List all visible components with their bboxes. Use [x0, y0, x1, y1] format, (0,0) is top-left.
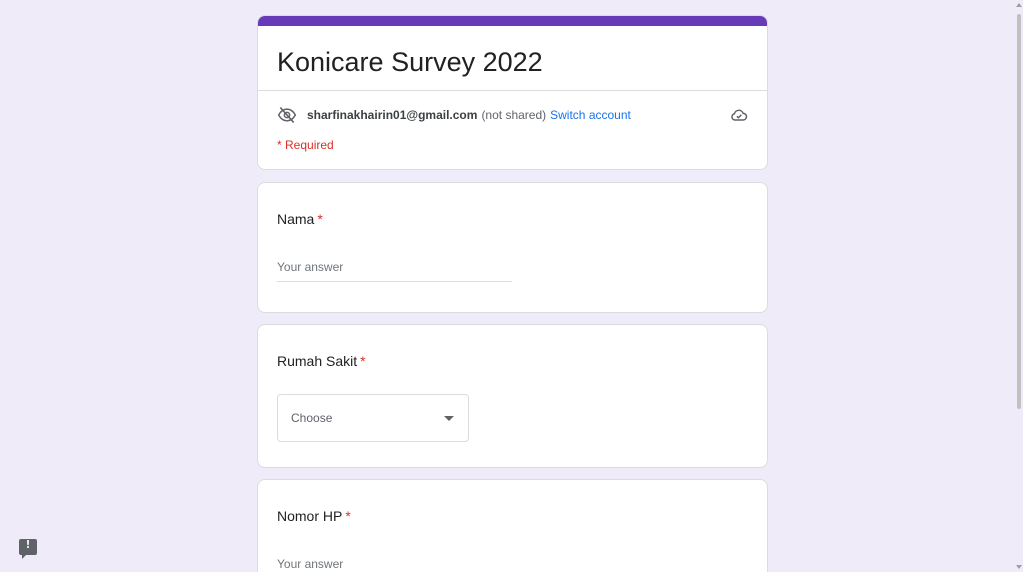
scroll-thumb[interactable]	[1017, 14, 1021, 409]
form-page: Konicare Survey 2022 sharfinakhairin01@g…	[0, 0, 1023, 572]
question-label: Nomor HP *	[277, 508, 351, 524]
header-accent-bar	[258, 16, 767, 26]
scroll-up-arrow[interactable]	[1016, 3, 1022, 7]
rumah-sakit-dropdown[interactable]: Choose	[277, 394, 469, 442]
required-note: * Required	[277, 138, 334, 152]
question-card-nomor-hp: Nomor HP * Your answer	[257, 479, 768, 572]
scroll-down-arrow[interactable]	[1016, 565, 1022, 569]
account-row: sharfinakhairin01@gmail.com (not shared)…	[277, 105, 749, 125]
required-asterisk: *	[360, 353, 366, 369]
dropdown-selected-value: Choose	[291, 411, 333, 425]
question-card-rumah-sakit: Rumah Sakit * Choose	[257, 324, 768, 468]
caret-down-icon	[444, 416, 454, 421]
account-email: sharfinakhairin01@gmail.com	[307, 108, 478, 122]
header-divider	[258, 90, 767, 91]
form-header-card: Konicare Survey 2022 sharfinakhairin01@g…	[257, 15, 768, 170]
nomor-hp-answer-input[interactable]: Your answer	[277, 557, 512, 572]
required-asterisk: *	[317, 211, 323, 227]
form-title: Konicare Survey 2022	[277, 47, 543, 77]
nama-answer-input[interactable]: Your answer	[277, 260, 512, 282]
account-not-shared-note: (not shared)	[481, 108, 547, 122]
switch-account-link[interactable]: Switch account	[550, 108, 631, 122]
question-label: Nama *	[277, 211, 323, 227]
question-label-text: Nomor HP	[277, 508, 343, 524]
cloud-icon[interactable]	[729, 105, 749, 125]
question-label: Rumah Sakit *	[277, 353, 366, 369]
eye-off-icon	[277, 105, 297, 125]
question-label-text: Nama	[277, 211, 315, 227]
feedback-icon[interactable]	[19, 538, 37, 559]
vertical-scrollbar[interactable]	[1015, 0, 1023, 572]
question-label-text: Rumah Sakit	[277, 353, 358, 369]
required-asterisk: *	[345, 508, 351, 524]
question-card-nama: Nama * Your answer	[257, 182, 768, 313]
